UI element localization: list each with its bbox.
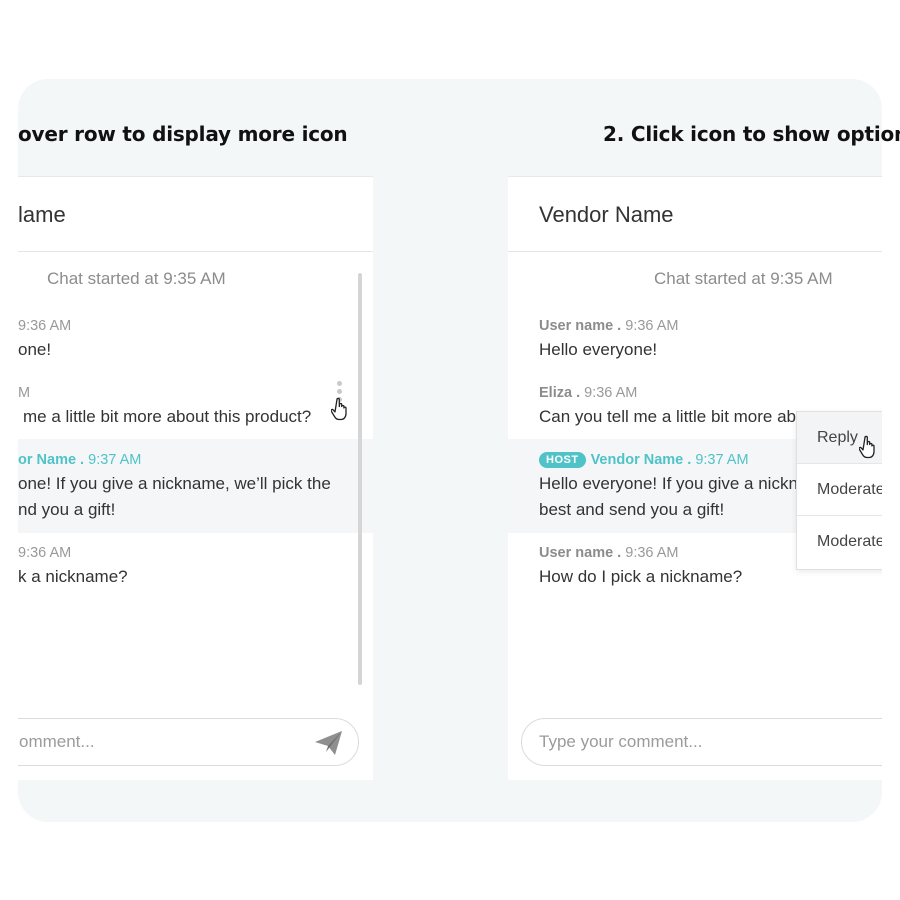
- hand-pointer-icon: [859, 435, 875, 459]
- message-meta: User name . 9:36 AM: [539, 318, 679, 334]
- chat-scrollbar[interactable]: [358, 273, 362, 685]
- chat-header: lame: [18, 177, 373, 252]
- message-text: Hello everyone!: [539, 340, 658, 359]
- message-meta: M: [18, 385, 31, 401]
- menu-item-moderate[interactable]: Moderate: [797, 516, 882, 568]
- host-badge: HOST: [539, 452, 586, 468]
- message-text: nd you a gift!: [18, 500, 116, 519]
- chat-started-notice: Chat started at 9:35 AM: [654, 269, 833, 288]
- chat-started-notice: Chat started at 9:35 AM: [47, 269, 226, 288]
- message-text: one! If you give a nickname, we’ll pick …: [18, 474, 331, 493]
- menu-item-moderate[interactable]: Moderate: [797, 464, 882, 516]
- right-chat-panel: Vendor Name Chat started at 9:35 AM User…: [508, 176, 882, 780]
- message-text: Can you tell me a little bit more ab: [539, 407, 797, 426]
- comment-placeholder: Type your comment...: [539, 732, 703, 751]
- message-meta: or Name . 9:37 AM: [18, 452, 142, 468]
- chat-header: Vendor Name: [508, 177, 882, 252]
- message-text: best and send you a gift!: [539, 500, 725, 519]
- message-text: Hello everyone! If you give a nickn: [539, 474, 798, 493]
- message-text: k a nickname?: [18, 567, 128, 586]
- message-meta: 9:36 AM: [18, 545, 72, 561]
- caption-step-1: over row to display more icon: [18, 122, 348, 146]
- vendor-title: lame: [18, 202, 66, 227]
- caption-step-2: 2. Click icon to show options: [603, 122, 900, 146]
- message-text: me a little bit more about this product?: [23, 407, 312, 426]
- comment-input[interactable]: Type your comment...: [521, 718, 882, 766]
- message-text: one!: [18, 340, 52, 359]
- send-icon[interactable]: [314, 729, 344, 757]
- message-meta: 9:36 AM: [18, 318, 72, 334]
- message-meta: HOST Vendor Name . 9:37 AM: [539, 452, 749, 468]
- vendor-title: Vendor Name: [539, 202, 674, 227]
- comment-input[interactable]: omment...: [18, 718, 359, 766]
- options-menu: Reply Moderate Moderate: [796, 411, 882, 570]
- left-chat-panel: lame Chat started at 9:35 AM 9:36 AM one…: [18, 176, 373, 780]
- chat-message-row-hovered[interactable]: M me a little bit more about this produc…: [18, 373, 373, 433]
- message-meta: Eliza . 9:36 AM: [539, 385, 638, 401]
- message-text: How do I pick a nickname?: [539, 567, 743, 586]
- comment-placeholder: omment...: [19, 732, 95, 751]
- hand-pointer-icon: [331, 397, 347, 421]
- message-meta: User name . 9:36 AM: [539, 545, 679, 561]
